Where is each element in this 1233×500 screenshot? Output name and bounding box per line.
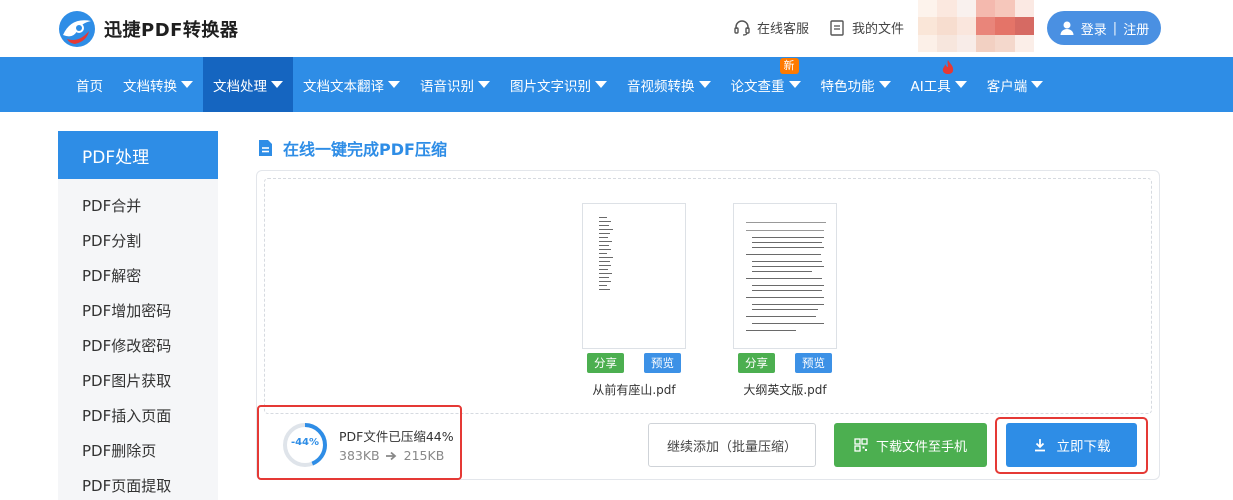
top-header: 迅捷PDF转换器 在线客服 我的文件 登录 | 注册 bbox=[0, 0, 1233, 57]
login-label[interactable]: 登录 bbox=[1081, 19, 1107, 38]
file-dropzone[interactable]: 分享 预览 从前有座山.pdf 分享 预览 大纲英文版.pdf bbox=[264, 178, 1152, 414]
user-avatar-mosaic bbox=[918, 0, 1034, 52]
page-title-text: 在线一键完成PDF压缩 bbox=[283, 140, 447, 159]
nav-item-speech[interactable]: 语音识别 bbox=[410, 57, 500, 112]
compression-panel: 分享 预览 从前有座山.pdf 分享 预览 大纲英文版.pdf -44% PDF… bbox=[256, 170, 1160, 480]
share-button[interactable]: 分享 bbox=[587, 353, 624, 373]
compressed-size: 215KB bbox=[403, 448, 445, 463]
original-size: 383KB bbox=[339, 448, 380, 463]
nav-item-label: 音视频转换 bbox=[627, 78, 695, 95]
nav-item-av-convert[interactable]: 音视频转换 bbox=[617, 57, 721, 112]
nav-item-doc-convert[interactable]: 文档转换 bbox=[113, 57, 203, 112]
file-name: 大纲英文版.pdf bbox=[743, 383, 827, 397]
register-label[interactable]: 注册 bbox=[1123, 19, 1149, 38]
caret-down-icon bbox=[1031, 81, 1044, 88]
nav-item-doc-process[interactable]: 文档处理 bbox=[203, 57, 293, 112]
compression-status: -44% PDF文件已压缩44% 383KB 215KB bbox=[257, 405, 462, 480]
qr-code-icon bbox=[854, 438, 868, 452]
nav-item-label: 首页 bbox=[76, 78, 103, 95]
nav-item-label: 论文查重 bbox=[730, 78, 785, 95]
file-card: 分享 预览 从前有座山.pdf bbox=[582, 203, 686, 398]
nav-item-ocr[interactable]: 图片文字识别 bbox=[500, 57, 617, 112]
logo-icon[interactable] bbox=[57, 9, 97, 49]
download-to-phone-label: 下载文件至手机 bbox=[875, 439, 967, 455]
download-to-phone-button[interactable]: 下载文件至手机 bbox=[834, 423, 987, 467]
nav-item-label: 文档转换 bbox=[123, 78, 177, 95]
nav-item-plagiarism[interactable]: 论文查重 新 bbox=[721, 57, 811, 112]
sidebar-item-pdf-split[interactable]: PDF分割 bbox=[58, 223, 218, 258]
nav-item-client[interactable]: 客户端 bbox=[977, 57, 1054, 112]
size-change: 383KB 215KB bbox=[339, 448, 444, 463]
preview-button[interactable]: 预览 bbox=[644, 353, 681, 373]
caret-down-icon bbox=[181, 81, 193, 88]
nav-item-features[interactable]: 特色功能 bbox=[811, 57, 901, 112]
nav-item-ai-tools[interactable]: AI工具 bbox=[901, 57, 977, 112]
nav-item-label: 客户端 bbox=[986, 78, 1028, 95]
caret-down-icon bbox=[954, 81, 967, 88]
nav-item-label: 文档处理 bbox=[213, 78, 267, 95]
nav-item-label: 图片文字识别 bbox=[510, 78, 591, 95]
file-card: 分享 预览 大纲英文版.pdf bbox=[733, 203, 837, 398]
progress-ring-label: -44% bbox=[290, 437, 320, 448]
nav-item-label: 语音识别 bbox=[420, 78, 474, 95]
caret-down-icon bbox=[271, 81, 283, 88]
caret-down-icon bbox=[878, 81, 891, 88]
download-icon bbox=[1034, 439, 1045, 452]
batch-add-button[interactable]: 继续添加（批量压缩） bbox=[648, 423, 816, 467]
my-files-label: 我的文件 bbox=[852, 22, 905, 37]
sidebar-item-pdf-extract-images[interactable]: PDF图片获取 bbox=[58, 363, 218, 398]
sidebar: PDF处理 PDF合并 PDF分割 PDF解密 PDF增加密码 PDF修改密码 … bbox=[58, 131, 218, 500]
download-now-label: 立即下载 bbox=[1056, 439, 1111, 455]
sidebar-item-pdf-merge[interactable]: PDF合并 bbox=[58, 188, 218, 223]
nav-item-translate[interactable]: 文档文本翻译 bbox=[293, 57, 410, 112]
page-title: 在线一键完成PDF压缩 bbox=[256, 136, 447, 160]
nav-item-home[interactable]: 首页 bbox=[66, 57, 113, 112]
arrow-right-icon bbox=[385, 451, 397, 460]
user-icon bbox=[1060, 21, 1074, 35]
download-now-button[interactable]: 立即下载 bbox=[1006, 423, 1137, 467]
caret-down-icon bbox=[595, 81, 607, 88]
nav-item-label: AI工具 bbox=[910, 78, 951, 95]
fire-icon bbox=[942, 60, 953, 74]
caret-down-icon bbox=[698, 81, 711, 88]
sidebar-item-pdf-add-password[interactable]: PDF增加密码 bbox=[58, 293, 218, 328]
document-icon bbox=[830, 19, 844, 36]
sidebar-item-pdf-delete-page[interactable]: PDF删除页 bbox=[58, 433, 218, 468]
nav-item-label: 文档文本翻译 bbox=[303, 78, 384, 95]
file-thumbnail[interactable] bbox=[733, 203, 837, 349]
login-separator: | bbox=[1112, 20, 1118, 36]
online-service-link[interactable]: 在线客服 bbox=[733, 18, 809, 37]
preview-button[interactable]: 预览 bbox=[795, 353, 832, 373]
sidebar-item-pdf-insert-page[interactable]: PDF插入页面 bbox=[58, 398, 218, 433]
compression-status-text: PDF文件已压缩44% bbox=[339, 429, 454, 444]
caret-down-icon bbox=[788, 81, 801, 88]
nav-item-label: 特色功能 bbox=[820, 78, 875, 95]
sidebar-item-pdf-decrypt[interactable]: PDF解密 bbox=[58, 258, 218, 293]
headset-icon bbox=[734, 19, 750, 36]
sidebar-title: PDF处理 bbox=[58, 131, 218, 179]
sidebar-item-pdf-change-password[interactable]: PDF修改密码 bbox=[58, 328, 218, 363]
main-nav: 首页 文档转换 文档处理 文档文本翻译 语音识别 图片文字识别 音视频转换 论文… bbox=[0, 57, 1233, 112]
sidebar-item-pdf-extract-pages[interactable]: PDF页面提取 bbox=[58, 468, 218, 500]
caret-down-icon bbox=[478, 81, 490, 88]
login-register-button[interactable]: 登录 | 注册 bbox=[1047, 11, 1161, 45]
share-button[interactable]: 分享 bbox=[738, 353, 775, 373]
new-badge: 新 bbox=[779, 58, 799, 74]
online-service-label: 在线客服 bbox=[757, 22, 810, 37]
app-name[interactable]: 迅捷PDF转换器 bbox=[104, 16, 238, 42]
document-icon bbox=[259, 140, 272, 156]
my-files-link[interactable]: 我的文件 bbox=[828, 18, 904, 37]
file-name: 从前有座山.pdf bbox=[592, 383, 676, 397]
file-thumbnail[interactable] bbox=[582, 203, 686, 349]
caret-down-icon bbox=[388, 81, 400, 88]
